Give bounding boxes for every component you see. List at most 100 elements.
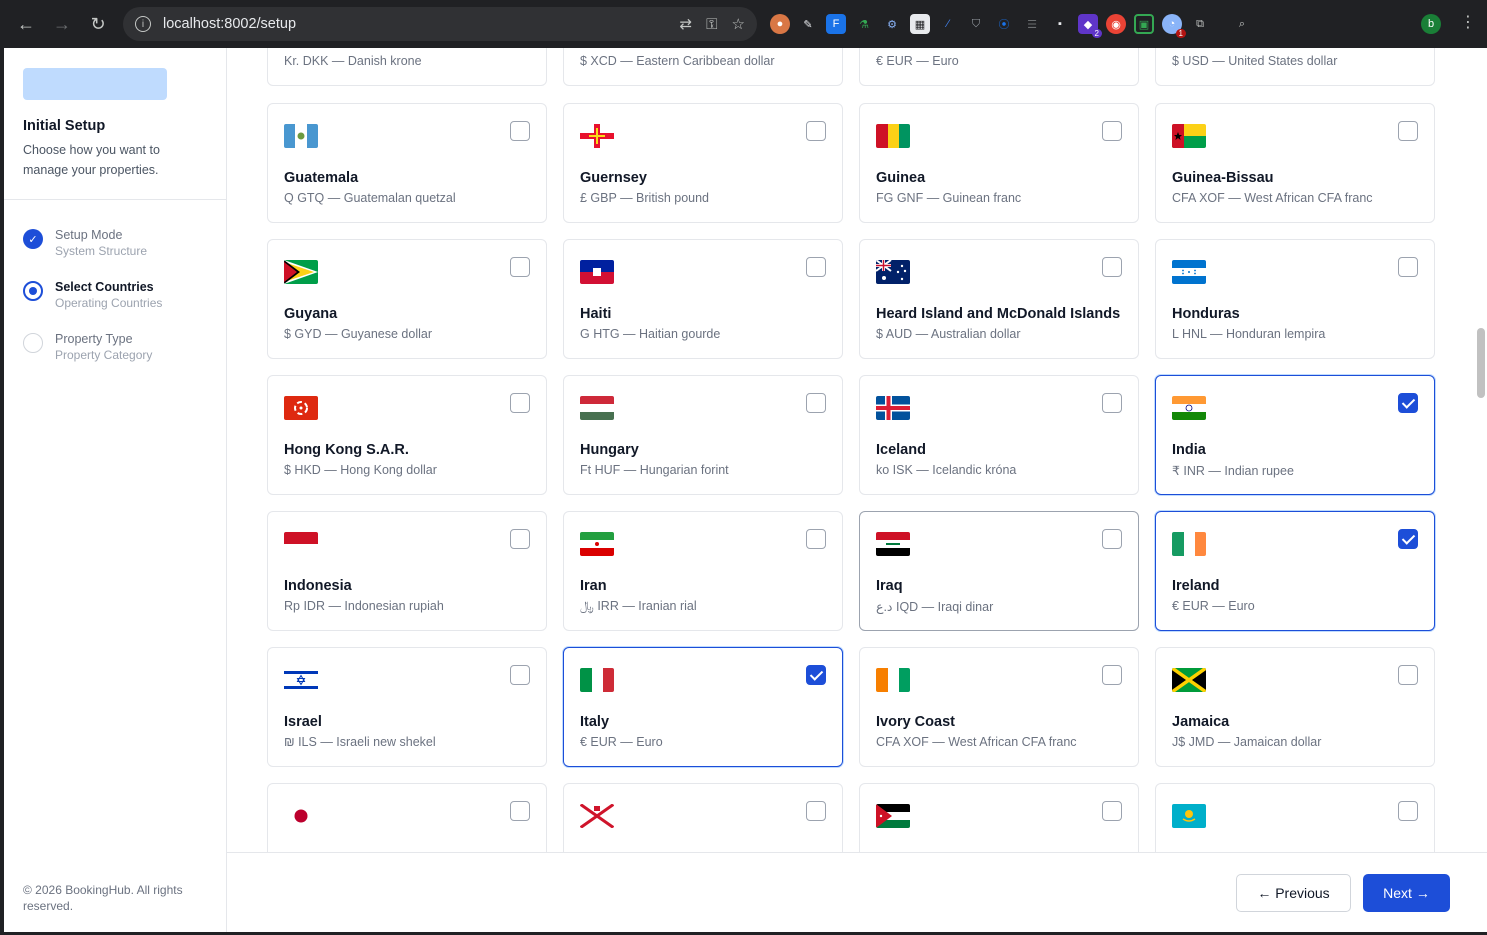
country-checkbox[interactable] <box>1398 801 1418 821</box>
next-button[interactable]: Next → <box>1363 874 1450 912</box>
wizard-footer: ← Previous Next → <box>227 852 1487 932</box>
extension-icon[interactable]: ▦ <box>910 14 930 34</box>
eyedropper-icon[interactable]: ✎ <box>798 14 818 34</box>
country-name: Israel <box>284 714 322 730</box>
country-card[interactable]: Iraq د.ع IQD — Iraqi dinar <box>859 511 1139 631</box>
url-text[interactable]: localhost:8002/setup <box>163 16 296 32</box>
country-checkbox[interactable] <box>1398 529 1418 549</box>
step-select-countries[interactable]: Select Countries Operating Countries <box>23 279 162 311</box>
extension-icon[interactable]: ☰ <box>1022 14 1042 34</box>
country-checkbox[interactable] <box>1102 257 1122 277</box>
country-card[interactable]: Heard Island and McDonald Islands $ AUD —… <box>859 239 1139 359</box>
puzzle-icon[interactable]: ⧉ <box>1190 14 1210 34</box>
extension-icon[interactable]: F <box>826 14 846 34</box>
shield-icon[interactable]: ⛉ <box>966 14 986 34</box>
country-checkbox[interactable] <box>806 529 826 549</box>
country-checkbox[interactable] <box>1102 529 1122 549</box>
address-bar[interactable]: i localhost:8002/setup ⇄ ⚿ ☆ <box>123 7 757 41</box>
country-currency: CFA XOF — West African CFA franc <box>1172 191 1373 205</box>
country-card[interactable]: Haiti G HTG — Haitian gourde <box>563 239 843 359</box>
country-checkbox[interactable] <box>806 121 826 141</box>
country-card[interactable]: Ireland € EUR — Euro <box>1155 511 1435 631</box>
country-checkbox[interactable] <box>510 121 530 141</box>
country-checkbox[interactable] <box>1398 257 1418 277</box>
bookmark-star-icon[interactable]: ☆ <box>732 15 745 33</box>
country-card[interactable]: Guinea FG GNF — Guinean franc <box>859 103 1139 223</box>
country-card[interactable] <box>267 783 547 852</box>
password-key-icon[interactable]: ⚿ <box>706 16 717 33</box>
country-card[interactable]: Guatemala Q GTQ — Guatemalan quetzal <box>267 103 547 223</box>
country-card[interactable]: Jamaica J$ JMD — Jamaican dollar <box>1155 647 1435 767</box>
country-card[interactable]: Honduras L HNL — Honduran lempira <box>1155 239 1435 359</box>
country-name: Ireland <box>1172 578 1220 594</box>
flag-haiti-icon <box>580 260 614 284</box>
country-name: Guatemala <box>284 170 359 186</box>
country-card[interactable]: $ USD — United States dollar <box>1155 48 1435 86</box>
country-name: Italy <box>580 714 610 730</box>
country-currency: Kr. DKK — Danish krone <box>284 54 422 68</box>
extension-icon[interactable]: ◆ 2 <box>1078 14 1102 38</box>
tab-search-icon[interactable]: ⌕ <box>1232 14 1252 34</box>
previous-button[interactable]: ← Previous <box>1236 874 1351 912</box>
country-card[interactable]: Israel ₪ ILS — Israeli new shekel <box>267 647 547 767</box>
country-checkbox[interactable] <box>806 393 826 413</box>
browser-menu-icon[interactable]: ⋮ <box>1460 12 1476 32</box>
country-card[interactable]: Italy € EUR — Euro <box>563 647 843 767</box>
translate-icon[interactable]: ⇄ <box>680 15 693 33</box>
back-icon[interactable]: ← <box>8 6 44 42</box>
country-card[interactable] <box>1155 783 1435 852</box>
country-card[interactable]: Guinea-Bissau CFA XOF — West African CFA … <box>1155 103 1435 223</box>
country-name: Hong Kong S.A.R. <box>284 442 409 458</box>
country-card[interactable]: Ivory Coast CFA XOF — West African CFA fr… <box>859 647 1139 767</box>
scrollbar-thumb[interactable] <box>1477 328 1485 398</box>
country-currency: $ XCD — Eastern Caribbean dollar <box>580 54 775 68</box>
country-checkbox[interactable] <box>1102 665 1122 685</box>
extension-icon[interactable]: ⚗ <box>854 14 874 34</box>
country-card[interactable]: Iceland ko ISK — Icelandic króna <box>859 375 1139 495</box>
forward-icon[interactable]: → <box>44 6 80 42</box>
country-checkbox[interactable] <box>806 665 826 685</box>
gear-extension-icon[interactable]: ⚙ <box>882 14 902 34</box>
country-currency: د.ع IQD — Iraqi dinar <box>876 600 994 614</box>
country-card[interactable]: Guyana $ GYD — Guyanese dollar <box>267 239 547 359</box>
copyright-text: © 2026 BookingHub. All rights reserved. <box>23 883 183 913</box>
country-checkbox[interactable] <box>510 665 530 685</box>
extension-icon[interactable]: ⦿ <box>994 14 1014 34</box>
country-checkbox[interactable] <box>1398 393 1418 413</box>
country-card[interactable]: Kr. DKK — Danish krone <box>267 48 547 86</box>
country-checkbox[interactable] <box>1102 801 1122 821</box>
step-setup-mode[interactable]: ✓ Setup Mode System Structure <box>23 227 147 259</box>
country-card[interactable]: Iran ﷼ IRR — Iranian rial <box>563 511 843 631</box>
country-checkbox[interactable] <box>806 801 826 821</box>
site-info-icon[interactable]: i <box>135 16 151 32</box>
country-checkbox[interactable] <box>806 257 826 277</box>
country-card[interactable]: € EUR — Euro <box>859 48 1139 86</box>
extension-badge: 2 <box>1091 29 1102 38</box>
country-checkbox[interactable] <box>1398 665 1418 685</box>
country-currency: Ft HUF — Hungarian forint <box>580 463 729 477</box>
country-card[interactable]: Guernsey £ GBP — British pound <box>563 103 843 223</box>
extension-icon[interactable]: ⁄ <box>938 14 958 34</box>
country-card[interactable]: Hungary Ft HUF — Hungarian forint <box>563 375 843 495</box>
country-card[interactable]: India ₹ INR — Indian rupee <box>1155 375 1435 495</box>
step-property-type[interactable]: Property Type Property Category <box>23 331 152 363</box>
country-checkbox[interactable] <box>510 801 530 821</box>
extension-icon[interactable]: ▣ <box>1134 14 1154 34</box>
extension-icon[interactable]: ▪ <box>1050 14 1070 34</box>
country-checkbox[interactable] <box>1102 393 1122 413</box>
country-checkbox[interactable] <box>510 257 530 277</box>
extension-icon[interactable]: ◔ 1 <box>1162 14 1186 38</box>
country-card[interactable] <box>859 783 1139 852</box>
country-checkbox[interactable] <box>1398 121 1418 141</box>
country-checkbox[interactable] <box>510 393 530 413</box>
extension-icon[interactable]: ◉ <box>1106 14 1126 34</box>
reload-icon[interactable]: ↻ <box>80 6 116 42</box>
country-card[interactable] <box>563 783 843 852</box>
country-card[interactable]: Hong Kong S.A.R. $ HKD — Hong Kong dollar <box>267 375 547 495</box>
profile-avatar[interactable]: b <box>1421 14 1441 34</box>
country-checkbox[interactable] <box>1102 121 1122 141</box>
country-card[interactable]: $ XCD — Eastern Caribbean dollar <box>563 48 843 86</box>
extension-icon[interactable]: ● <box>770 14 790 34</box>
country-checkbox[interactable] <box>510 529 530 549</box>
country-card[interactable]: Indonesia Rp IDR — Indonesian rupiah <box>267 511 547 631</box>
